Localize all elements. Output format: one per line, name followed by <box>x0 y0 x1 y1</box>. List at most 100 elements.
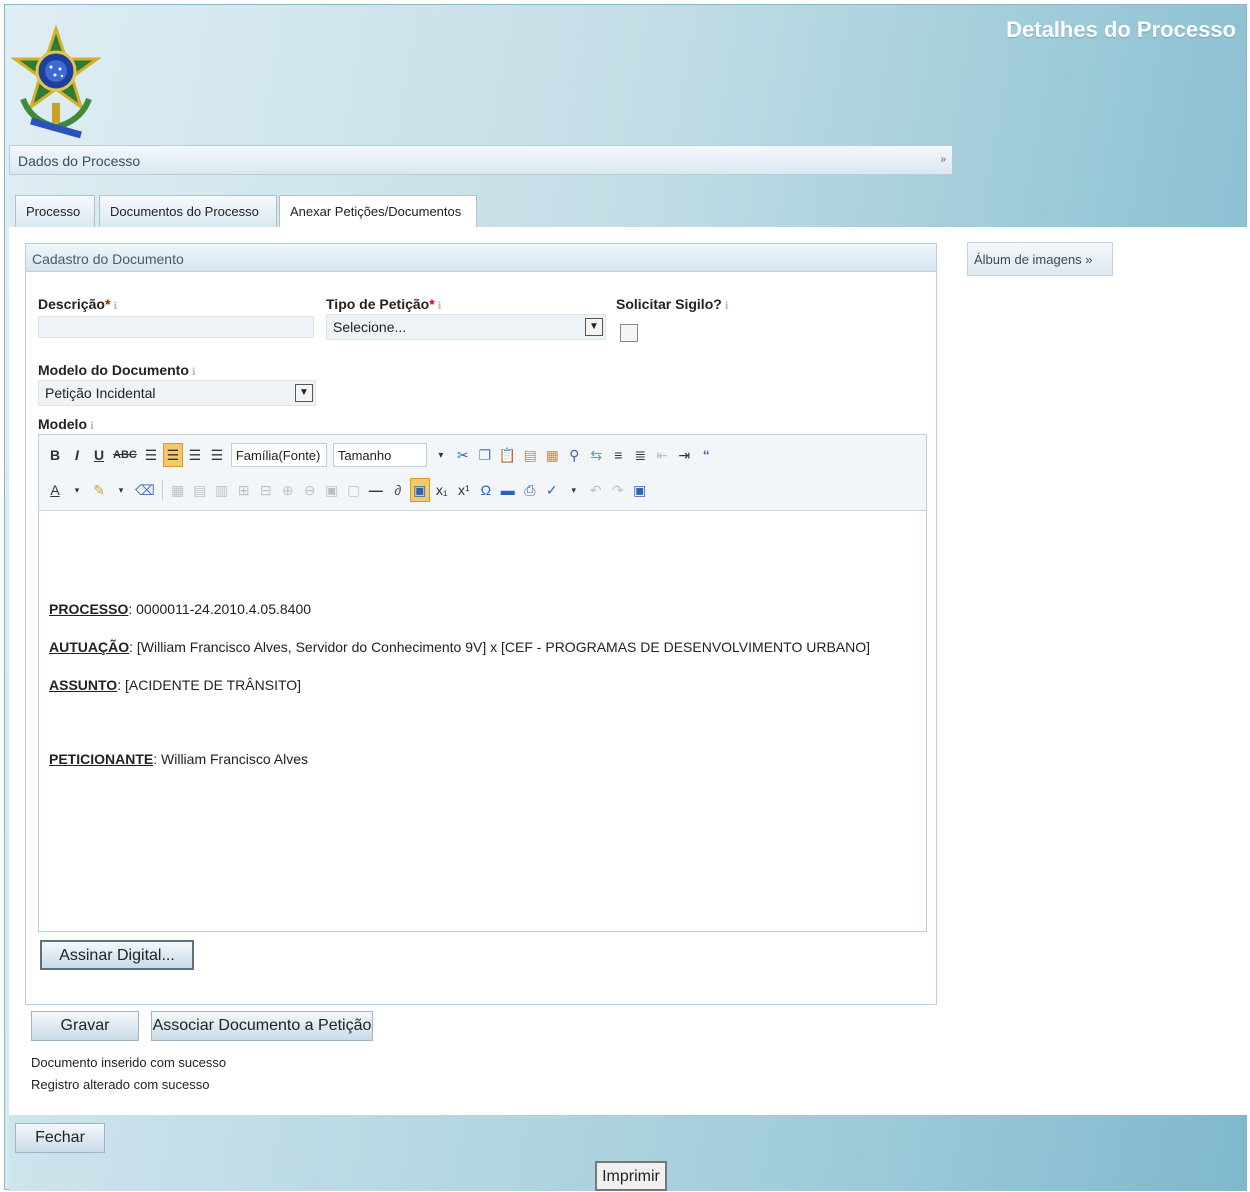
editor-document[interactable]: PROCESSO: 0000011-24.2010.4.05.8400 AUTU… <box>49 511 916 931</box>
window-frame: Detalhes do Processo Dados do Processo »… <box>4 4 1247 1191</box>
tab-processo[interactable]: Processo <box>15 195 95 227</box>
superscript-icon[interactable]: x¹ <box>454 478 474 502</box>
assinar-digital-button[interactable]: Assinar Digital... <box>40 940 194 970</box>
doc-key-assunto: ASSUNTO <box>49 677 118 693</box>
gravar-button[interactable]: Gravar <box>31 1011 139 1041</box>
font-size-dropdown-icon[interactable]: ▾ <box>431 443 451 467</box>
dropdown-arrow-icon[interactable]: ▼ <box>295 384 313 402</box>
toolbar-row-1: B I U ABC ☰ ☰ ☰ ☰ Família(Fonte) Tamanho… <box>45 440 716 470</box>
link-icon[interactable]: ∂ <box>388 478 408 502</box>
tab-documentos-processo[interactable]: Documentos do Processo <box>99 195 277 227</box>
insert-row-icon[interactable]: ⊕ <box>278 478 298 502</box>
font-color-icon[interactable]: A <box>45 478 65 502</box>
modelo-documento-label-text: Modelo do Documento <box>38 362 189 378</box>
align-left-icon[interactable]: ☰ <box>141 443 161 467</box>
brazil-coat-of-arms-logo <box>11 25 101 139</box>
tab-anexar-peticoes[interactable]: Anexar Petições/Documentos <box>279 195 477 227</box>
bold-icon[interactable]: B <box>45 443 65 467</box>
image-icon[interactable]: ▣ <box>409 478 430 502</box>
numbered-list-icon[interactable]: ≣ <box>630 443 650 467</box>
paste-icon[interactable]: 📋 <box>497 443 518 467</box>
required-marker: * <box>104 296 111 312</box>
copy-icon[interactable]: ❐ <box>475 443 495 467</box>
font-color-dropdown-icon[interactable]: ▾ <box>67 478 87 502</box>
source-view-icon[interactable]: ▣ <box>630 478 650 502</box>
tipo-peticao-select[interactable]: Selecione... ▼ <box>326 314 606 340</box>
align-justify-icon[interactable]: ☰ <box>207 443 227 467</box>
highlight-dropdown-icon[interactable]: ▾ <box>111 478 131 502</box>
help-icon: ℹ <box>90 421 94 432</box>
strikethrough-icon[interactable]: ABC <box>111 443 139 467</box>
descricao-input[interactable] <box>38 316 314 338</box>
doc-value-assunto: : [ACIDENTE DE TRÂNSITO] <box>117 677 302 693</box>
doc-line-autuacao: AUTUAÇÃO: [William Francisco Alves, Serv… <box>49 639 870 655</box>
horizontal-rule-icon[interactable]: — <box>366 478 386 502</box>
footer-bar: Fechar Imprimir <box>9 1115 1247 1191</box>
blockquote-icon[interactable]: “ <box>696 443 716 467</box>
rich-text-editor[interactable]: B I U ABC ☰ ☰ ☰ ☰ Família(Fonte) Tamanho… <box>38 434 927 932</box>
album-imagens-button[interactable]: Álbum de imagens » <box>967 242 1113 276</box>
outdent-icon[interactable]: ⇤ <box>652 443 672 467</box>
table-row-icon[interactable]: ▤ <box>190 478 210 502</box>
modelo-documento-value: Petição Incidental <box>45 385 156 401</box>
subscript-icon[interactable]: x₁ <box>432 478 452 502</box>
modelo-label-text: Modelo <box>38 416 87 432</box>
align-right-icon[interactable]: ☰ <box>185 443 205 467</box>
remove-format-icon[interactable]: ⌫ <box>133 478 157 502</box>
doc-line-processo: PROCESSO: 0000011-24.2010.4.05.8400 <box>49 601 311 617</box>
bullet-list-icon[interactable]: ≡ <box>608 443 628 467</box>
editor-toolbar: B I U ABC ☰ ☰ ☰ ☰ Família(Fonte) Tamanho… <box>39 435 926 511</box>
doc-key-peticionante: PETICIONANTE <box>49 751 154 767</box>
tab-content: Cadastro do Documento Descrição* ℹ Tipo d… <box>9 227 1247 1115</box>
find-icon[interactable]: ⚲ <box>564 443 584 467</box>
doc-line-peticionante: PETICIONANTE: William Francisco Alves <box>49 751 308 767</box>
descricao-label: Descrição* ℹ <box>38 296 117 312</box>
modelo-documento-label: Modelo do Documento ℹ <box>38 362 196 378</box>
cut-icon[interactable]: ✂ <box>453 443 473 467</box>
redo-icon[interactable]: ↷ <box>608 478 628 502</box>
help-icon: ℹ <box>724 301 729 312</box>
underline-icon[interactable]: U <box>89 443 109 467</box>
section-header-dados-processo[interactable]: Dados do Processo » <box>9 145 953 175</box>
print-icon[interactable]: ⎙ <box>520 478 540 502</box>
dropdown-arrow-icon[interactable]: ▼ <box>585 318 603 336</box>
table-icon[interactable]: ▦ <box>168 478 188 502</box>
fechar-button[interactable]: Fechar <box>15 1123 105 1153</box>
toolbar-separator <box>161 480 163 500</box>
replace-icon[interactable]: ⇆ <box>586 443 606 467</box>
status-message: Registro alterado com sucesso <box>31 1077 210 1092</box>
special-char-icon[interactable]: Ω <box>476 478 496 502</box>
font-size-select[interactable]: Tamanho <box>332 443 427 467</box>
page-break-icon[interactable]: ▬ <box>498 478 518 502</box>
doc-key-processo: PROCESSO <box>49 601 129 617</box>
collapse-icon[interactable]: » <box>940 154 946 165</box>
cell-props-icon[interactable]: ▣ <box>322 478 342 502</box>
doc-key-autuacao: AUTUAÇÃO <box>49 639 130 655</box>
highlight-color-icon[interactable]: ✎ <box>89 478 109 502</box>
font-family-select[interactable]: Família(Fonte) <box>230 443 327 467</box>
align-center-icon[interactable]: ☰ <box>162 443 183 467</box>
table-props-icon[interactable]: ▢ <box>344 478 364 502</box>
associar-documento-button[interactable]: Associar Documento a Petição <box>151 1011 373 1041</box>
italic-icon[interactable]: I <box>67 443 87 467</box>
imprimir-button[interactable]: Imprimir <box>595 1161 667 1191</box>
page-title: Detalhes do Processo <box>1006 17 1236 42</box>
merge-cells-icon[interactable]: ⊞ <box>234 478 254 502</box>
undo-icon[interactable]: ↶ <box>586 478 606 502</box>
paste-word-icon[interactable]: ▦ <box>542 443 562 467</box>
split-cells-icon[interactable]: ⊟ <box>256 478 276 502</box>
sigilo-label: Solicitar Sigilo? ℹ <box>616 296 729 312</box>
modelo-documento-select[interactable]: Petição Incidental ▼ <box>38 380 316 406</box>
spellcheck-dropdown-icon[interactable]: ▾ <box>564 478 584 502</box>
toolbar-row-2: A ▾ ✎ ▾ ⌫ ▦ ▤ ▥ ⊞ ⊟ ⊕ ⊖ ▣ ▢ — ∂ ▣ x₁ x¹ … <box>45 475 650 505</box>
spellcheck-icon[interactable]: ✓ <box>542 478 562 502</box>
document-form-panel: Cadastro do Documento Descrição* ℹ Tipo d… <box>25 243 937 1005</box>
delete-row-icon[interactable]: ⊖ <box>300 478 320 502</box>
sigilo-checkbox[interactable] <box>620 324 638 342</box>
help-icon: ℹ <box>191 367 196 378</box>
paste-text-icon[interactable]: ▤ <box>520 443 540 467</box>
doc-line-assunto: ASSUNTO: [ACIDENTE DE TRÂNSITO] <box>49 677 301 693</box>
indent-icon[interactable]: ⇥ <box>674 443 694 467</box>
panel-title: Cadastro do Documento <box>26 244 936 272</box>
table-col-icon[interactable]: ▥ <box>212 478 232 502</box>
